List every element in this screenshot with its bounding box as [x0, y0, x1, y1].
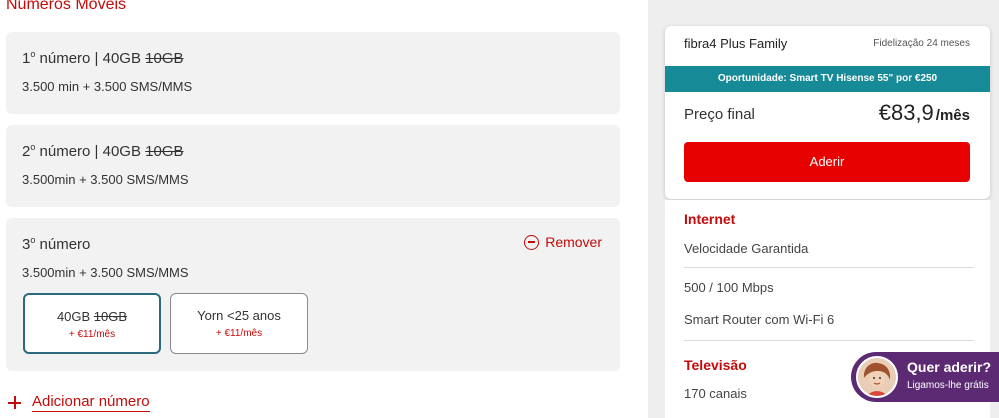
plan-option-yorn[interactable]: Yorn <25 anos + €11/mês [170, 293, 308, 354]
promo-banner: Oportunidade: Smart TV Hisense 55" por €… [665, 66, 990, 92]
number-plan: número | 40GB [35, 143, 146, 160]
offer-summary-card: fibra4 Plus Family Fidelização 24 meses … [665, 26, 990, 199]
price-value: €83,9 [878, 100, 934, 125]
tv-feature: 170 canais [684, 386, 747, 401]
plan-name: fibra4 Plus Family [684, 36, 788, 51]
chat-title: Quer aderir? [907, 359, 992, 375]
add-number-label: Adicionar número [32, 393, 150, 412]
final-price: €83,9/mês [879, 100, 970, 126]
divider [684, 267, 974, 268]
number-title: 3o número [22, 235, 90, 253]
number-title: 2o número | 40GB 10GB [22, 142, 184, 160]
plus-icon [8, 396, 21, 409]
old-data-allowance: 10GB [145, 50, 184, 67]
remove-number-button[interactable]: Remover [524, 234, 602, 250]
option-name: Yorn <25 anos [197, 308, 281, 323]
option-name: 40GB 10GB [25, 309, 159, 324]
chat-subtitle: Ligamos-lhe grátis [907, 380, 989, 391]
option-price: + €11/mês [215, 328, 263, 339]
price-label: Preço final [684, 106, 755, 123]
option-price: + €11/mês [68, 329, 116, 340]
divider [684, 340, 974, 341]
number-details: 3.500min + 3.500 SMS/MMS [22, 172, 189, 187]
callback-widget[interactable]: Quer aderir? Ligamos-lhe grátis [851, 352, 999, 402]
mobile-number-card-2: 2o número | 40GB 10GB 3.500min + 3.500 S… [6, 125, 620, 207]
minus-circle-icon [524, 234, 540, 250]
number-plan: número | 40GB [35, 50, 146, 67]
remove-label: Remover [545, 234, 602, 250]
plan-option-40gb[interactable]: 40GB 10GB + €11/mês [23, 293, 161, 354]
internet-feature: Velocidade Garantida [684, 241, 809, 256]
section-title: Números Móveis [6, 0, 127, 13]
option-data: 40GB [56, 309, 94, 324]
number-plan: número [35, 236, 91, 253]
add-number-button[interactable]: Adicionar número [8, 393, 150, 412]
commitment-period: Fidelização 24 meses [873, 38, 970, 49]
number-details: 3.500 min + 3.500 SMS/MMS [22, 79, 193, 94]
mobile-number-card-1: 1o número | 40GB 10GB 3.500 min + 3.500 … [6, 32, 620, 114]
internet-feature: Smart Router com Wi-Fi 6 [684, 312, 835, 327]
option-old-data: 10GB [93, 309, 128, 324]
internet-heading: Internet [684, 211, 736, 227]
mobile-number-card-3: 3o número Remover 3.500min + 3.500 SMS/M… [6, 218, 620, 371]
tv-heading: Televisão [684, 357, 747, 373]
number-title: 1o número | 40GB 10GB [22, 49, 184, 67]
price-period: /mês [935, 107, 970, 124]
internet-feature: 500 / 100 Mbps [684, 280, 774, 295]
old-data-allowance: 10GB [145, 143, 184, 160]
number-details: 3.500min + 3.500 SMS/MMS [22, 265, 189, 280]
join-button[interactable]: Aderir [684, 142, 970, 182]
agent-avatar [856, 356, 898, 398]
